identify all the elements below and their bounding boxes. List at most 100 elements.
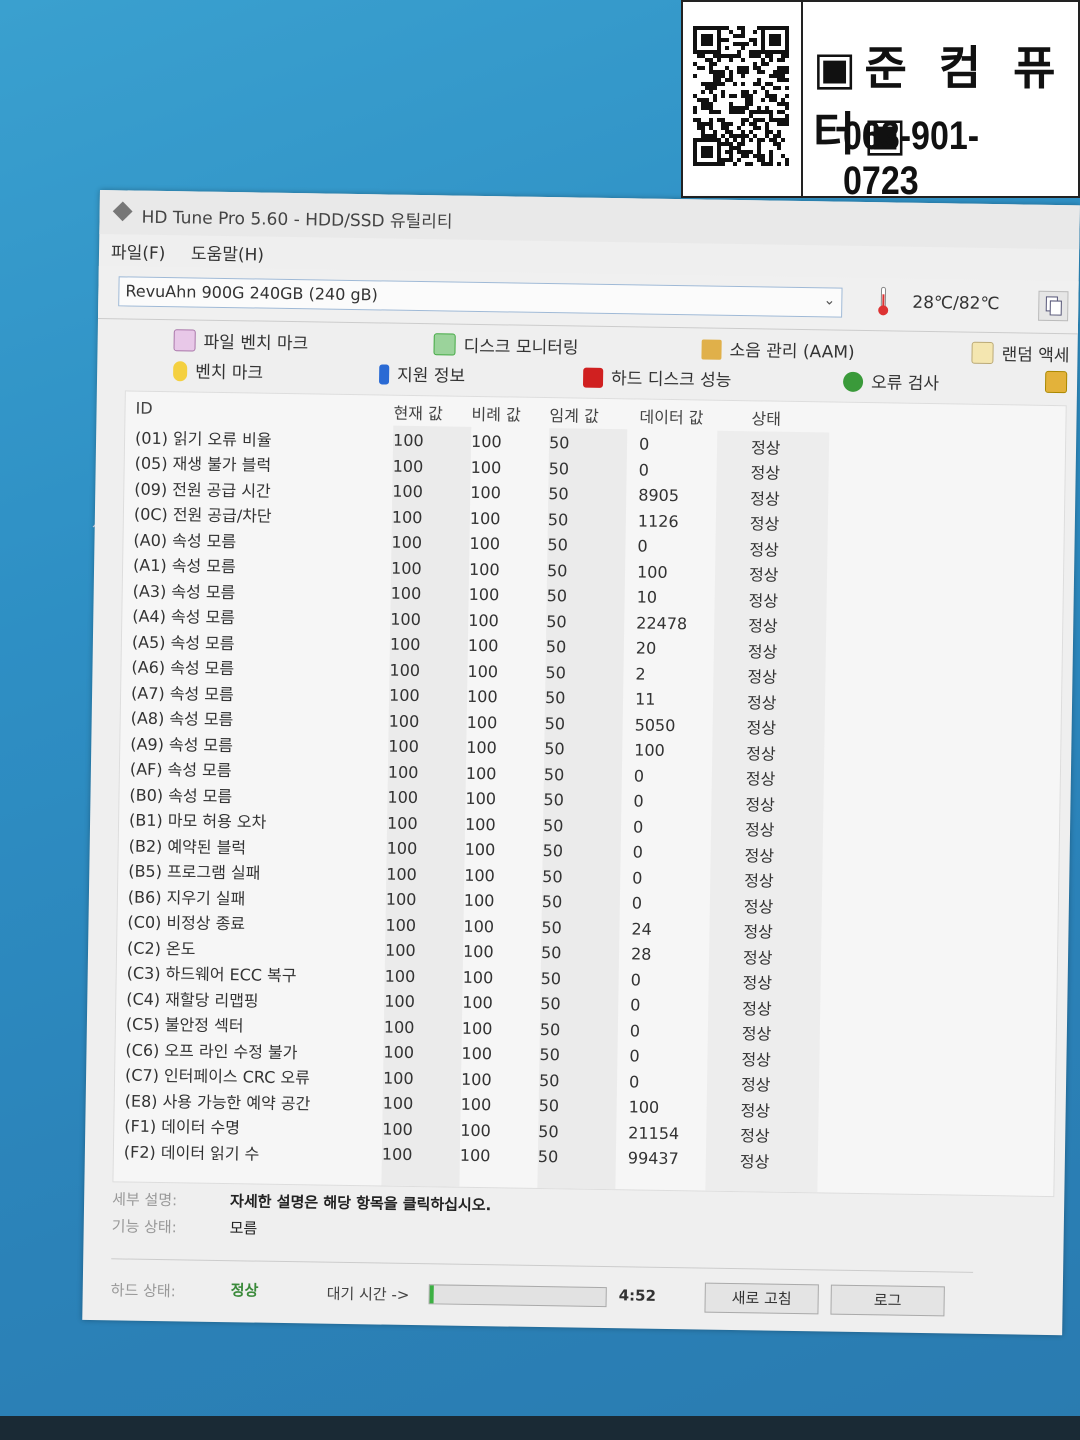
menu-file[interactable]: 파일(F) [111, 238, 166, 264]
cell-data: 100 [634, 740, 665, 761]
cell-status: 정상 [742, 973, 773, 993]
cell-current: 100 [386, 838, 418, 859]
info-icon [378, 364, 390, 385]
col-header-id[interactable]: ID [135, 392, 393, 428]
cell-attribute: (F2) 데이터 읽기 수 [123, 1142, 260, 1164]
cell-current: 100 [389, 660, 421, 680]
cell-worst: 100 [464, 840, 496, 860]
cell-current: 100 [385, 915, 417, 935]
refresh-button[interactable]: 새로 고침 [704, 1282, 819, 1315]
log-button[interactable]: 로그 [830, 1284, 945, 1317]
cell-status: 정상 [741, 1024, 772, 1044]
cell-worst: 100 [467, 661, 499, 682]
tab-health[interactable]: 하드 디스크 성능 [582, 364, 732, 391]
cell-threshold: 50 [547, 535, 568, 555]
cell-attribute: (B0) 속성 모름 [129, 785, 233, 806]
cell-worst: 100 [466, 687, 498, 707]
cell-status: 정상 [746, 743, 776, 764]
cell-worst: 100 [466, 738, 497, 758]
cell-worst: 100 [467, 636, 499, 656]
wait-progress-fill [429, 1285, 434, 1304]
cell-worst: 100 [462, 967, 494, 988]
cell-threshold: 50 [543, 790, 564, 810]
tab-aam[interactable]: 소음 관리 (AAM) [701, 335, 855, 363]
cell-current: 100 [388, 711, 420, 731]
drive-dropdown[interactable]: RevuAhn 900G 240GB (240 gB) ⌄ [118, 276, 843, 318]
cell-status: 정상 [750, 489, 780, 509]
col-header-current[interactable]: 현재 값 [393, 396, 471, 429]
cell-current: 100 [384, 940, 416, 961]
cell-current: 100 [391, 507, 423, 527]
cell-data: 100 [628, 1097, 660, 1118]
cell-attribute: (C0) 비정상 종료 [127, 912, 246, 934]
cell-attribute: (A0) 속성 모름 [133, 530, 237, 551]
cell-threshold: 50 [538, 1121, 559, 1142]
col-header-threshold[interactable]: 임계 값 [549, 398, 639, 431]
cell-worst: 100 [466, 712, 498, 733]
cell-threshold: 50 [540, 968, 562, 989]
cell-threshold: 50 [548, 433, 570, 453]
cell-threshold: 50 [544, 713, 566, 734]
cell-threshold: 50 [545, 637, 567, 657]
cell-status: 정상 [749, 539, 780, 560]
file-benchmark-icon [173, 329, 196, 352]
cell-current: 100 [384, 991, 415, 1012]
cell-current: 100 [390, 609, 421, 629]
cell-data: 0 [632, 817, 644, 837]
cell-attribute: (B2) 예약된 블럭 [128, 836, 247, 858]
cell-current: 100 [384, 966, 416, 986]
detail-func-value: 모름 [229, 1219, 258, 1238]
col-header-worst[interactable]: 비례 값 [471, 397, 549, 430]
cell-threshold: 50 [548, 484, 569, 504]
cell-attribute: (A1) 속성 모름 [132, 555, 236, 577]
tab-benchmark[interactable]: 벤치 마크 [173, 357, 263, 384]
cell-current: 100 [390, 558, 422, 578]
tab-disk-monitor[interactable]: 디스크 모니터링 [433, 331, 579, 359]
magnifier-icon [842, 371, 864, 393]
col-header-data[interactable]: 데이터 값 [639, 400, 751, 434]
cell-data: 24 [631, 919, 652, 939]
tab-random-access[interactable]: 랜덤 액세 [971, 340, 1070, 366]
wait-progress-bar [428, 1284, 607, 1308]
window-title: HD Tune Pro 5.60 - HDD/SSD 유틸리티 [141, 207, 453, 233]
cell-status: 정상 [743, 896, 774, 917]
cell-threshold: 50 [539, 1045, 560, 1065]
cell-worst: 100 [460, 1120, 491, 1141]
cell-status: 정상 [744, 820, 775, 840]
cell-current: 100 [382, 1068, 414, 1088]
cell-current: 100 [392, 481, 423, 502]
cell-attribute: (0C) 전원 공급/차단 [133, 504, 272, 526]
cell-data: 0 [632, 868, 643, 888]
cell-threshold: 50 [547, 509, 569, 530]
col-header-status[interactable]: 상태 [751, 401, 811, 434]
cell-attribute: (C4) 재할당 리맵핑 [126, 989, 259, 1011]
cell-data: 0 [638, 434, 650, 454]
speaker-icon [701, 339, 722, 360]
cell-attribute: (B1) 마모 허용 오차 [128, 810, 267, 832]
cell-threshold: 50 [538, 1070, 560, 1091]
cell-attribute: (A7) 속성 모름 [130, 683, 234, 704]
cell-current: 100 [389, 634, 421, 655]
tab-file-benchmark[interactable]: 파일 벤치 마크 [173, 327, 308, 354]
cell-worst: 100 [465, 763, 497, 784]
cell-data: 100 [636, 562, 668, 582]
cell-data: 22478 [636, 613, 688, 634]
cell-threshold: 50 [542, 815, 564, 836]
cell-current: 100 [383, 1042, 415, 1063]
cell-data: 0 [630, 995, 641, 1015]
cell-status: 정상 [740, 1126, 770, 1146]
cell-current: 100 [387, 787, 419, 808]
app-icon [112, 201, 133, 222]
cell-threshold: 50 [548, 458, 570, 479]
cell-attribute: (B5) 프로그램 실패 [128, 861, 261, 883]
cell-attribute: (09) 전원 공급 시간 [134, 479, 271, 501]
cell-status: 정상 [748, 590, 779, 611]
cell-data: 10 [636, 587, 658, 608]
hdtune-window: HD Tune Pro 5.60 - HDD/SSD 유틸리티 파일(F) 도움… [82, 190, 1080, 1336]
tab-error-scan[interactable]: 오류 검사 [842, 368, 939, 394]
folder-icon[interactable] [1044, 370, 1075, 394]
cell-threshold: 50 [546, 611, 567, 632]
tab-info[interactable]: 지원 정보 [378, 360, 465, 387]
copy-icon[interactable] [1038, 290, 1069, 322]
menu-help[interactable]: 도움말(H) [191, 239, 264, 265]
